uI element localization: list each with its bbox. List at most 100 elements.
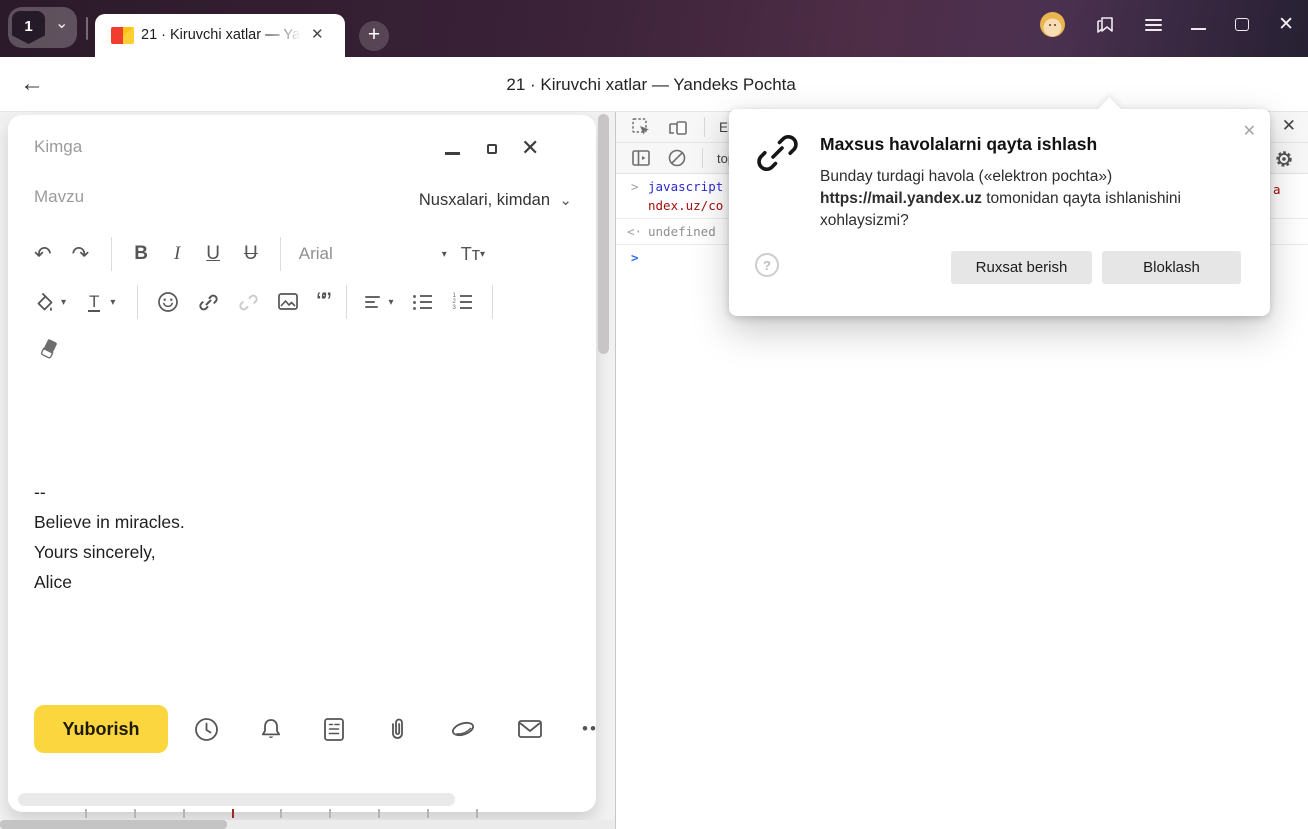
divider	[492, 285, 494, 319]
settings-gear-icon[interactable]	[1274, 149, 1294, 169]
dialog-body: Bunday turdagi havola («elektron pochta»…	[820, 168, 1181, 229]
insert-image-icon[interactable]	[276, 291, 300, 313]
column-tick-red	[232, 809, 234, 818]
caret-down-icon[interactable]: ▾	[110, 297, 115, 308]
console-input-line1: javascript	[648, 179, 724, 194]
signature-line: Alice	[34, 572, 72, 592]
window-close-button[interactable]: ✕	[1278, 15, 1294, 34]
browser-window: 1 ⌄ 21 · Kiruvchi xatlar — Ya ✕ + ✕ ← 21…	[0, 0, 1308, 829]
strikethrough-button[interactable]: U	[244, 243, 258, 265]
compose-minimize-button[interactable]	[445, 152, 460, 155]
column-tick	[280, 809, 282, 818]
font-name-label: Arial	[298, 244, 333, 263]
column-tick	[378, 809, 380, 818]
tab-counter-badge[interactable]: 1	[12, 11, 45, 44]
window-minimize-button[interactable]	[1191, 27, 1207, 30]
block-button[interactable]: Bloklash	[1102, 251, 1241, 284]
undo-icon[interactable]: ↶	[34, 242, 52, 267]
menu-icon[interactable]	[1145, 16, 1163, 34]
caret-down-icon[interactable]: ▾	[388, 297, 393, 308]
new-tab-button[interactable]: +	[359, 21, 389, 51]
to-field[interactable]	[34, 137, 364, 157]
text-color-icon[interactable]: T	[88, 293, 101, 312]
dialog-title: Maxsus havolalarni qayta ishlash	[820, 134, 1098, 154]
caret-down-icon[interactable]: ▾	[61, 297, 66, 308]
console-input-line1-tail: a	[1273, 182, 1281, 197]
inspect-element-icon[interactable]	[630, 116, 652, 138]
device-toolbar-icon[interactable]	[666, 116, 690, 138]
emoji-icon[interactable]	[156, 290, 180, 314]
subject-field[interactable]	[34, 187, 364, 207]
page-vertical-scrollbar[interactable]	[598, 114, 609, 354]
font-family-select[interactable]: Arial ▾	[299, 244, 447, 264]
redo-icon[interactable]: ↷	[72, 242, 90, 267]
notification-bell-icon[interactable]	[258, 716, 284, 743]
align-icon[interactable]	[365, 293, 381, 311]
column-tick	[134, 809, 136, 818]
column-tick	[85, 809, 87, 818]
dialog-site: https://mail.yandex.uz	[820, 190, 982, 207]
font-size-label: Tᴛ	[460, 243, 480, 264]
compose-restore-button[interactable]	[487, 144, 497, 154]
back-button[interactable]: ←	[20, 70, 44, 98]
bullet-list-icon[interactable]	[413, 294, 433, 310]
attach-from-disk-icon[interactable]	[448, 716, 478, 742]
attach-from-mail-icon[interactable]	[516, 718, 544, 740]
font-size-select[interactable]: Tᴛ ▾	[461, 244, 485, 265]
console-input-mark: >	[631, 179, 639, 194]
console-input-line2: ndex.uz/co	[648, 198, 724, 213]
insert-link-icon[interactable]	[197, 291, 220, 314]
fill-color-icon[interactable]	[34, 292, 55, 313]
link-icon	[757, 134, 798, 172]
compose-horizontal-scrollbar[interactable]	[18, 793, 455, 806]
window-maximize-button[interactable]	[1235, 18, 1250, 31]
panels-icon[interactable]	[1094, 14, 1116, 36]
bold-button[interactable]: B	[134, 243, 148, 265]
caret-down-icon: ▾	[480, 248, 486, 260]
divider	[704, 117, 705, 137]
schedule-send-icon[interactable]	[193, 716, 220, 743]
caret-down-icon: ▾	[441, 248, 447, 260]
remove-link-icon[interactable]	[237, 291, 260, 314]
page-horizontal-scrollbar[interactable]	[0, 820, 227, 829]
blockquote-icon[interactable]: “”	[316, 289, 331, 316]
column-tick	[476, 809, 478, 818]
console-result-value: undefined	[648, 224, 716, 239]
compose-window: ✕ Nusxalari, kimdan ⌄ ↶ ↷ B I U U Arial …	[8, 115, 596, 812]
attach-file-icon[interactable]	[384, 715, 410, 743]
clear-console-icon[interactable]	[666, 147, 688, 169]
tab-counter[interactable]: 1 ⌄	[8, 7, 77, 48]
divider	[279, 237, 281, 271]
dock-side-icon[interactable]	[630, 147, 652, 169]
compose-footer-icons: ••	[193, 705, 598, 753]
compose-close-icon[interactable]: ✕	[521, 137, 539, 159]
tab-close-icon[interactable]: ✕	[311, 25, 324, 43]
italic-button[interactable]: I	[174, 243, 180, 265]
more-options-icon[interactable]: ••	[582, 719, 598, 739]
dialog-close-icon[interactable]: ✕	[1243, 121, 1256, 141]
avatar[interactable]	[1040, 12, 1066, 37]
column-tick	[329, 809, 331, 818]
close-devtools-icon[interactable]: ✕	[1282, 116, 1296, 136]
column-tick	[427, 809, 429, 818]
page-background: ✕ Nusxalari, kimdan ⌄ ↶ ↷ B I U U Arial …	[0, 112, 615, 829]
format-toolbar-row2: ▾ T ▾ “” ▾ 1 2 3	[8, 279, 568, 325]
yandex-mail-icon	[111, 27, 134, 44]
divider	[346, 285, 348, 319]
send-button[interactable]: Yuborish	[34, 705, 168, 753]
chevron-down-icon: ⌄	[559, 192, 572, 209]
divider	[137, 285, 139, 319]
allow-button[interactable]: Ruxsat berish	[951, 251, 1092, 284]
clear-formatting-icon[interactable]	[38, 337, 60, 361]
numbered-list-icon[interactable]: 1 2 3	[452, 293, 473, 311]
chevron-down-icon[interactable]: ⌄	[55, 13, 68, 33]
active-tab[interactable]: 21 · Kiruvchi xatlar — Ya ✕	[95, 14, 345, 57]
divider	[86, 17, 88, 40]
template-icon[interactable]	[322, 716, 346, 743]
message-body-editor[interactable]: -- Believe in miracles. Yours sincerely,…	[34, 477, 185, 597]
cc-bcc-toggle[interactable]: Nusxalari, kimdan	[419, 191, 550, 210]
underline-button[interactable]: U	[206, 243, 220, 265]
tab-title-fade	[269, 25, 311, 47]
help-icon[interactable]: ?	[755, 253, 779, 277]
signature-line: --	[34, 482, 46, 502]
